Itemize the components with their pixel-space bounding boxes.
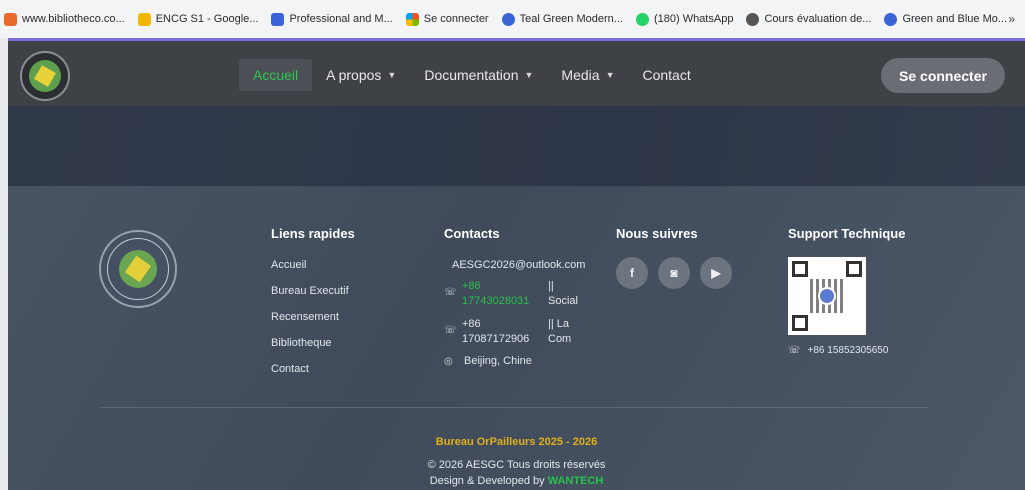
more-bookmarks-icon[interactable]: »	[1008, 12, 1015, 26]
contact-email[interactable]: AESGC2026@outlook.com	[452, 259, 585, 271]
instagram-icon[interactable]: ◙	[658, 257, 690, 289]
footer-link-contact[interactable]: Contact	[271, 363, 355, 375]
footer-link-recensement[interactable]: Recensement	[271, 311, 355, 323]
logo-emblem-icon	[29, 60, 61, 92]
quick-links-column: Liens rapides Accueil Bureau Executif Re…	[271, 226, 355, 389]
navbar: Accueil A propos ▼ Documentation ▼ Media ▼ …	[8, 38, 1025, 106]
footer-link-bureau[interactable]: Bureau Executif	[271, 285, 355, 297]
footer-link-bibliotheque[interactable]: Bibliotheque	[271, 337, 355, 349]
wechat-logo-icon	[818, 287, 836, 305]
contact-location: ◎ Beijing, Chine	[444, 355, 532, 367]
nav-contact[interactable]: Contact	[628, 59, 704, 91]
nav-a-propos[interactable]: A propos ▼	[312, 59, 410, 91]
whatsapp-icon	[635, 12, 649, 26]
logo-emblem-icon	[119, 250, 157, 288]
developer-credit: Design & Developed by WANTECH	[429, 475, 604, 487]
canva-icon	[271, 12, 285, 26]
copyright: © 2026 AESGC Tous droits réservés	[427, 459, 606, 471]
footer-link-accueil[interactable]: Accueil	[271, 259, 355, 271]
support-column: Support Technique ☏ +86 15852305650	[788, 226, 905, 356]
contact-phone-com: ☏ +86 17087172906 || La Com	[444, 318, 572, 345]
canva-icon	[501, 12, 515, 26]
bureau-title: Bureau OrPailleurs 2025 - 2026	[435, 436, 598, 448]
hero-band	[8, 106, 1025, 186]
bookmark-cours[interactable]: Cours évaluation de...	[746, 12, 871, 26]
bookmark-encg[interactable]: ENCG S1 - Google...	[137, 12, 258, 26]
phone-icon: ☏	[788, 345, 801, 356]
footer-divider	[100, 407, 928, 408]
google-drive-icon	[137, 12, 151, 26]
site-favicon-icon	[4, 12, 17, 26]
phone-icon: ☏	[444, 287, 457, 298]
qr-code	[788, 257, 866, 335]
follow-title: Nous suivres	[616, 226, 698, 241]
bookmark-teal-green[interactable]: Teal Green Modern...	[501, 12, 623, 26]
bookmarks-bar: www.bibliotheco.co... ENCG S1 - Google..…	[0, 0, 1025, 38]
footer-logo	[99, 230, 177, 308]
bookmark-whatsapp[interactable]: (180) WhatsApp	[635, 12, 733, 26]
site-logo[interactable]	[20, 51, 70, 101]
phone-icon: ☏	[444, 325, 457, 336]
facebook-icon[interactable]: f	[616, 257, 648, 289]
nav-links: Accueil A propos ▼ Documentation ▼ Media ▼ …	[239, 59, 705, 91]
contact-phone-social: ☏ +86 17743028031 || Social	[444, 280, 578, 307]
developer-brand-link[interactable]: WANTECH	[548, 475, 604, 487]
microsoft-icon	[405, 12, 419, 26]
canva-icon	[884, 12, 898, 26]
bookmark-se-connecter[interactable]: Se connecter	[405, 12, 489, 26]
chevron-down-icon: ▼	[524, 70, 534, 80]
gear-icon	[746, 12, 760, 26]
support-title: Support Technique	[788, 226, 906, 241]
bookmark-green-blue[interactable]: Green and Blue Mo...	[884, 12, 1007, 26]
chevron-down-icon: ▼	[387, 70, 397, 80]
location-pin-icon: ◎	[444, 355, 453, 367]
nav-accueil[interactable]: Accueil	[239, 59, 313, 91]
chevron-down-icon: ▼	[605, 70, 615, 80]
quick-links-title: Liens rapides	[271, 226, 355, 241]
follow-column: Nous suivres f ◙ ▶	[616, 226, 732, 289]
youtube-icon[interactable]: ▶	[700, 257, 732, 289]
login-button[interactable]: Se connecter	[881, 58, 1005, 93]
contacts-title: Contacts	[444, 226, 500, 241]
website: Accueil A propos ▼ Documentation ▼ Media ▼ …	[8, 38, 1025, 490]
support-phone[interactable]: ☏ +86 15852305650	[788, 345, 905, 356]
nav-documentation[interactable]: Documentation ▼	[410, 59, 547, 91]
bookmark-bibliotheco[interactable]: www.bibliotheco.co...	[4, 12, 125, 26]
bookmark-professional[interactable]: Professional and M...	[271, 12, 393, 26]
nav-media[interactable]: Media ▼	[547, 59, 628, 91]
contacts-column: Contacts AESGC2026@outlook.com ☏ +86 1774…	[444, 226, 585, 367]
footer: Liens rapides Accueil Bureau Executif Re…	[8, 186, 1025, 490]
